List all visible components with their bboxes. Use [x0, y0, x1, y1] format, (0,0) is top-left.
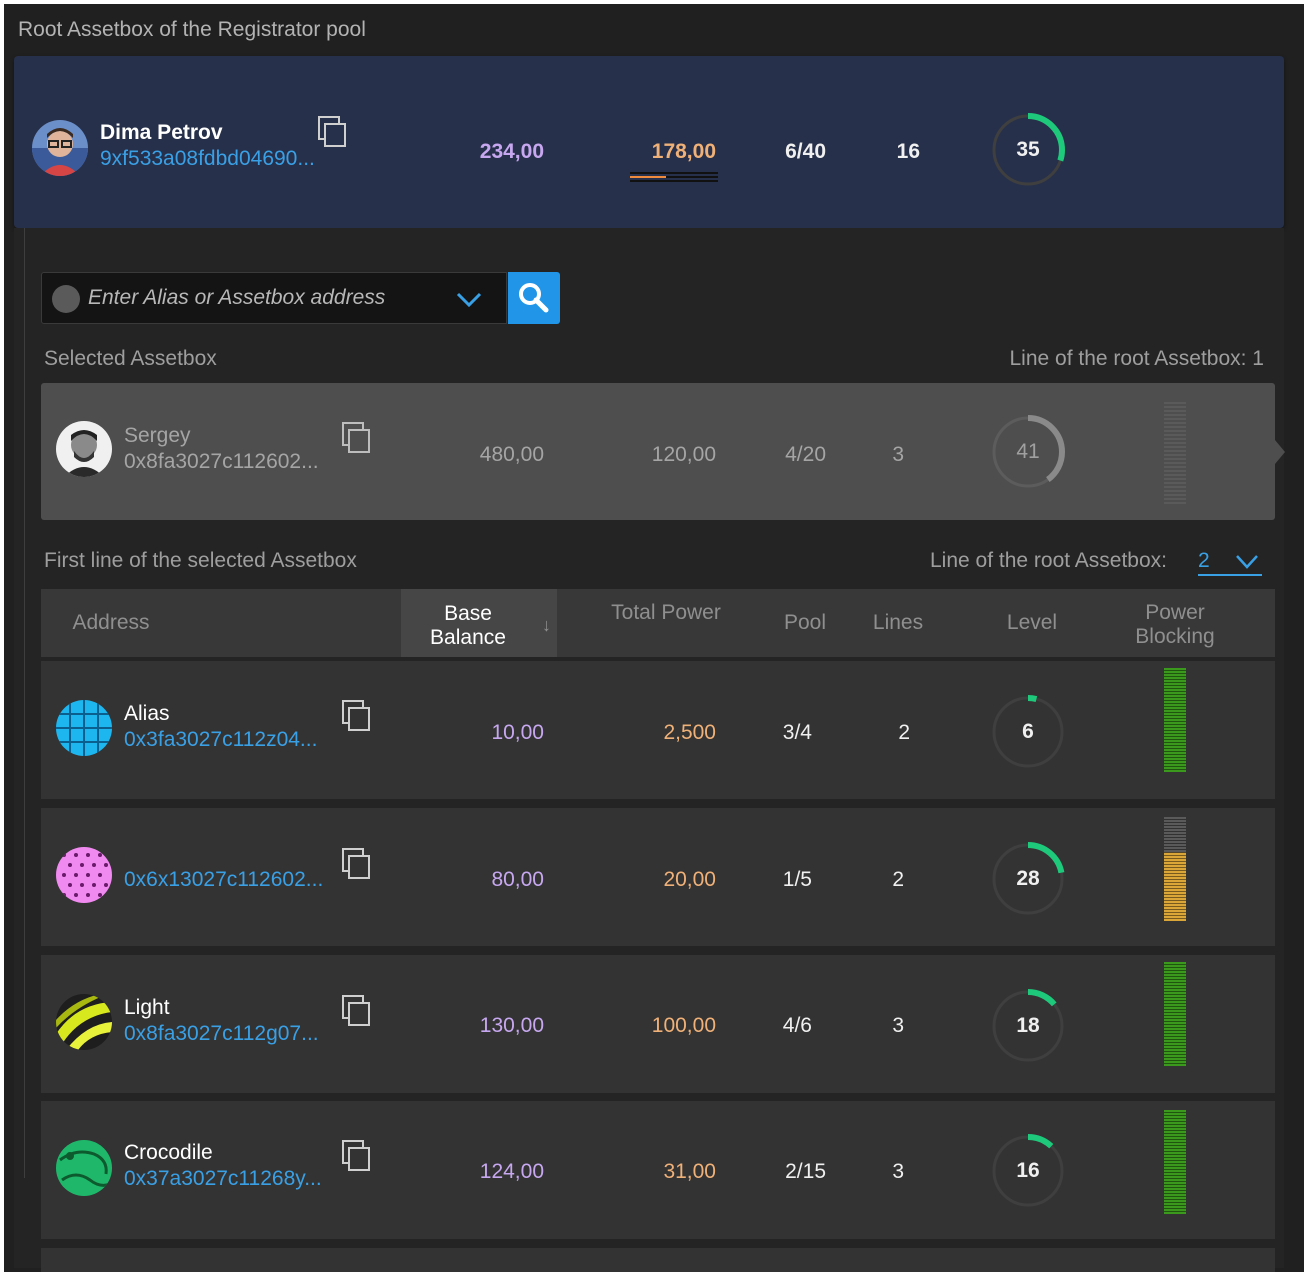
- row-lines: 2: [892, 868, 904, 891]
- selected-line-label: Line of the root Assetbox: 1: [1009, 347, 1264, 370]
- column-total-power[interactable]: Total Power: [610, 601, 722, 625]
- root-address[interactable]: 9xf533a08fdbd04690...: [100, 147, 315, 171]
- row-total-power: 31,00: [663, 1160, 716, 1183]
- selected-card-pointer: [1275, 440, 1285, 464]
- root-pool: 6/40: [785, 140, 826, 163]
- root-name: Dima Petrov: [100, 121, 223, 144]
- root-level-ring: 35: [990, 112, 1066, 188]
- search-button[interactable]: [508, 272, 560, 324]
- row-lines: 2: [898, 721, 910, 744]
- selected-power-blocking-bar: [1164, 402, 1186, 506]
- root-total-power: 178,00: [651, 140, 716, 163]
- power-blocking-bar: [1164, 1110, 1186, 1214]
- sort-down-icon: ↓: [542, 615, 551, 635]
- first-line-root-line-label: Line of the root Assetbox:: [930, 549, 1167, 572]
- selected-lines: 3: [892, 443, 904, 466]
- row-lines: 3: [892, 1014, 904, 1037]
- copy-icon[interactable]: [318, 116, 348, 148]
- search-icon: [519, 283, 549, 313]
- column-base-balance-label: Base Balance: [430, 602, 506, 649]
- row-pool: 3/4: [782, 721, 812, 744]
- root-lines: 16: [896, 140, 920, 163]
- row-level-ring: 6: [990, 694, 1066, 770]
- copy-icon[interactable]: [342, 422, 372, 454]
- avatar-light: [56, 994, 112, 1050]
- tree-connector-line: [24, 228, 25, 1178]
- search-input[interactable]: [88, 281, 438, 315]
- row-pool: 1/5: [782, 868, 812, 891]
- row-base-balance: 80,00: [491, 868, 544, 891]
- power-blocking-bar: [1164, 668, 1186, 772]
- column-pool[interactable]: Pool: [772, 611, 838, 635]
- row-lines: 3: [892, 1160, 904, 1183]
- row-address[interactable]: 0x37a3027c11268y...: [124, 1167, 322, 1191]
- row-pool: 2/15: [785, 1160, 826, 1183]
- power-blocking-bar: [1164, 962, 1186, 1066]
- row-base-balance: 10,00: [491, 721, 544, 744]
- root-base-balance: 234,00: [479, 140, 544, 163]
- row-level-ring: 28: [990, 841, 1066, 917]
- avatar-alias: [56, 700, 112, 756]
- row-address[interactable]: 0x6x13027c112602...: [124, 868, 323, 892]
- row-total-power: 2,500: [663, 721, 716, 744]
- root-total-power-underline: [630, 172, 718, 182]
- selected-total-power: 120,00: [651, 443, 716, 466]
- selected-base-balance: 480,00: [479, 443, 544, 466]
- column-address[interactable]: Address: [41, 611, 181, 635]
- avatar-sergey: [56, 421, 112, 477]
- copy-icon[interactable]: [342, 1140, 372, 1172]
- column-power-blocking[interactable]: Power Blocking: [1118, 601, 1232, 649]
- column-lines[interactable]: Lines: [862, 611, 934, 635]
- chevron-down-icon[interactable]: [454, 287, 484, 311]
- table-row[interactable]: [41, 1248, 1275, 1272]
- search-avatar-placeholder: [52, 285, 80, 313]
- selected-address[interactable]: 0x8fa3027c112602...: [124, 450, 319, 474]
- selected-assetbox-label: Selected Assetbox: [44, 347, 217, 370]
- selected-pool: 4/20: [785, 443, 826, 466]
- row-total-power: 20,00: [663, 868, 716, 891]
- row-name: Light: [124, 996, 170, 1019]
- power-blocking-bar: [1164, 817, 1186, 921]
- copy-icon[interactable]: [342, 995, 372, 1027]
- row-level-ring: 16: [990, 1133, 1066, 1209]
- avatar-dima-petrov: [32, 120, 88, 176]
- row-total-power: 100,00: [651, 1014, 716, 1037]
- copy-icon[interactable]: [342, 700, 372, 732]
- row-pool: 4/6: [782, 1014, 812, 1037]
- selected-name: Sergey: [124, 424, 191, 447]
- row-base-balance: 130,00: [479, 1014, 544, 1037]
- avatar-crocodile: [56, 1140, 112, 1196]
- panel-title: Root Assetbox of the Registrator pool: [18, 18, 366, 41]
- line-select[interactable]: 2: [1198, 546, 1262, 576]
- copy-icon[interactable]: [342, 848, 372, 880]
- column-level[interactable]: Level: [994, 611, 1070, 635]
- row-address[interactable]: 0x8fa3027c112g07...: [124, 1022, 319, 1046]
- chevron-down-icon: [1236, 555, 1258, 569]
- first-line-label: First line of the selected Assetbox: [44, 549, 357, 572]
- column-base-balance[interactable]: Base Balance ↓: [401, 589, 557, 657]
- selected-level-ring: 41: [990, 414, 1066, 490]
- avatar-dots: [56, 847, 112, 903]
- row-address[interactable]: 0x3fa3027c112z04...: [124, 728, 317, 752]
- row-name: Crocodile: [124, 1141, 213, 1164]
- row-level-ring: 18: [990, 988, 1066, 1064]
- assetbox-search[interactable]: [41, 272, 507, 324]
- line-select-value: 2: [1198, 549, 1210, 572]
- row-base-balance: 124,00: [479, 1160, 544, 1183]
- row-name: Alias: [124, 702, 170, 725]
